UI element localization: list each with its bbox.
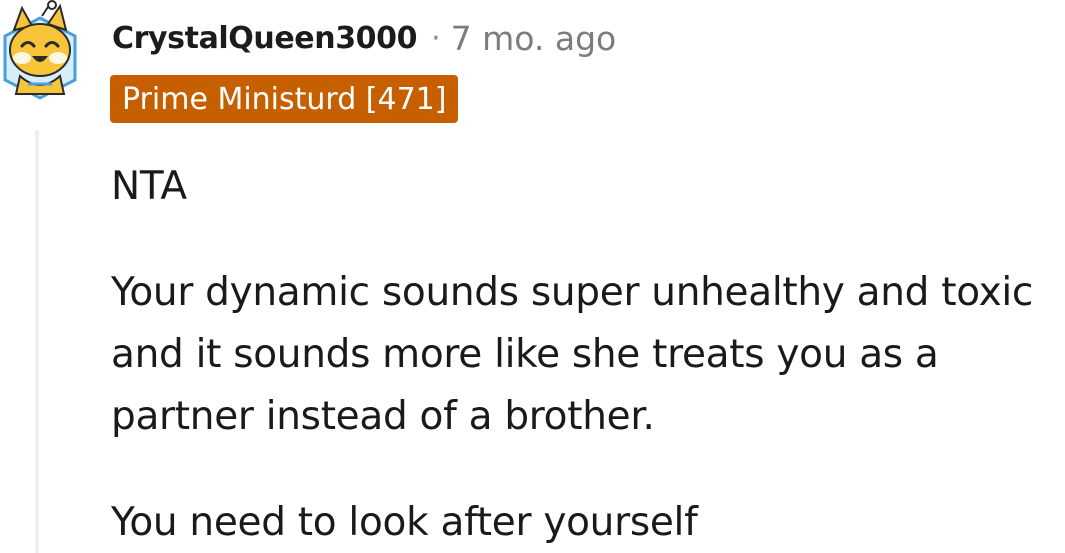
thread-line[interactable]	[35, 130, 39, 553]
user-flair-badge: Prime Ministurd [471]	[110, 75, 459, 123]
username-link[interactable]: CrystalQueen3000	[112, 21, 418, 56]
comment-paragraph: NTA	[111, 164, 187, 209]
meta-separator: ·	[431, 20, 441, 56]
avatar[interactable]	[0, 0, 80, 105]
comment-body: NTA Your dynamic sounds super unhealthy …	[111, 156, 1065, 553]
comment-paragraph: You need to look after yourself	[111, 500, 698, 545]
comment-meta: CrystalQueen3000 · 7 mo. ago	[112, 14, 616, 62]
snoo-avatar-icon	[3, 0, 77, 100]
comment-timestamp[interactable]: 7 mo. ago	[451, 19, 617, 58]
comment-card: CrystalQueen3000 · 7 mo. ago Prime Minis…	[0, 0, 1065, 553]
comment-paragraph: Your dynamic sounds super unhealthy and …	[111, 270, 1034, 439]
